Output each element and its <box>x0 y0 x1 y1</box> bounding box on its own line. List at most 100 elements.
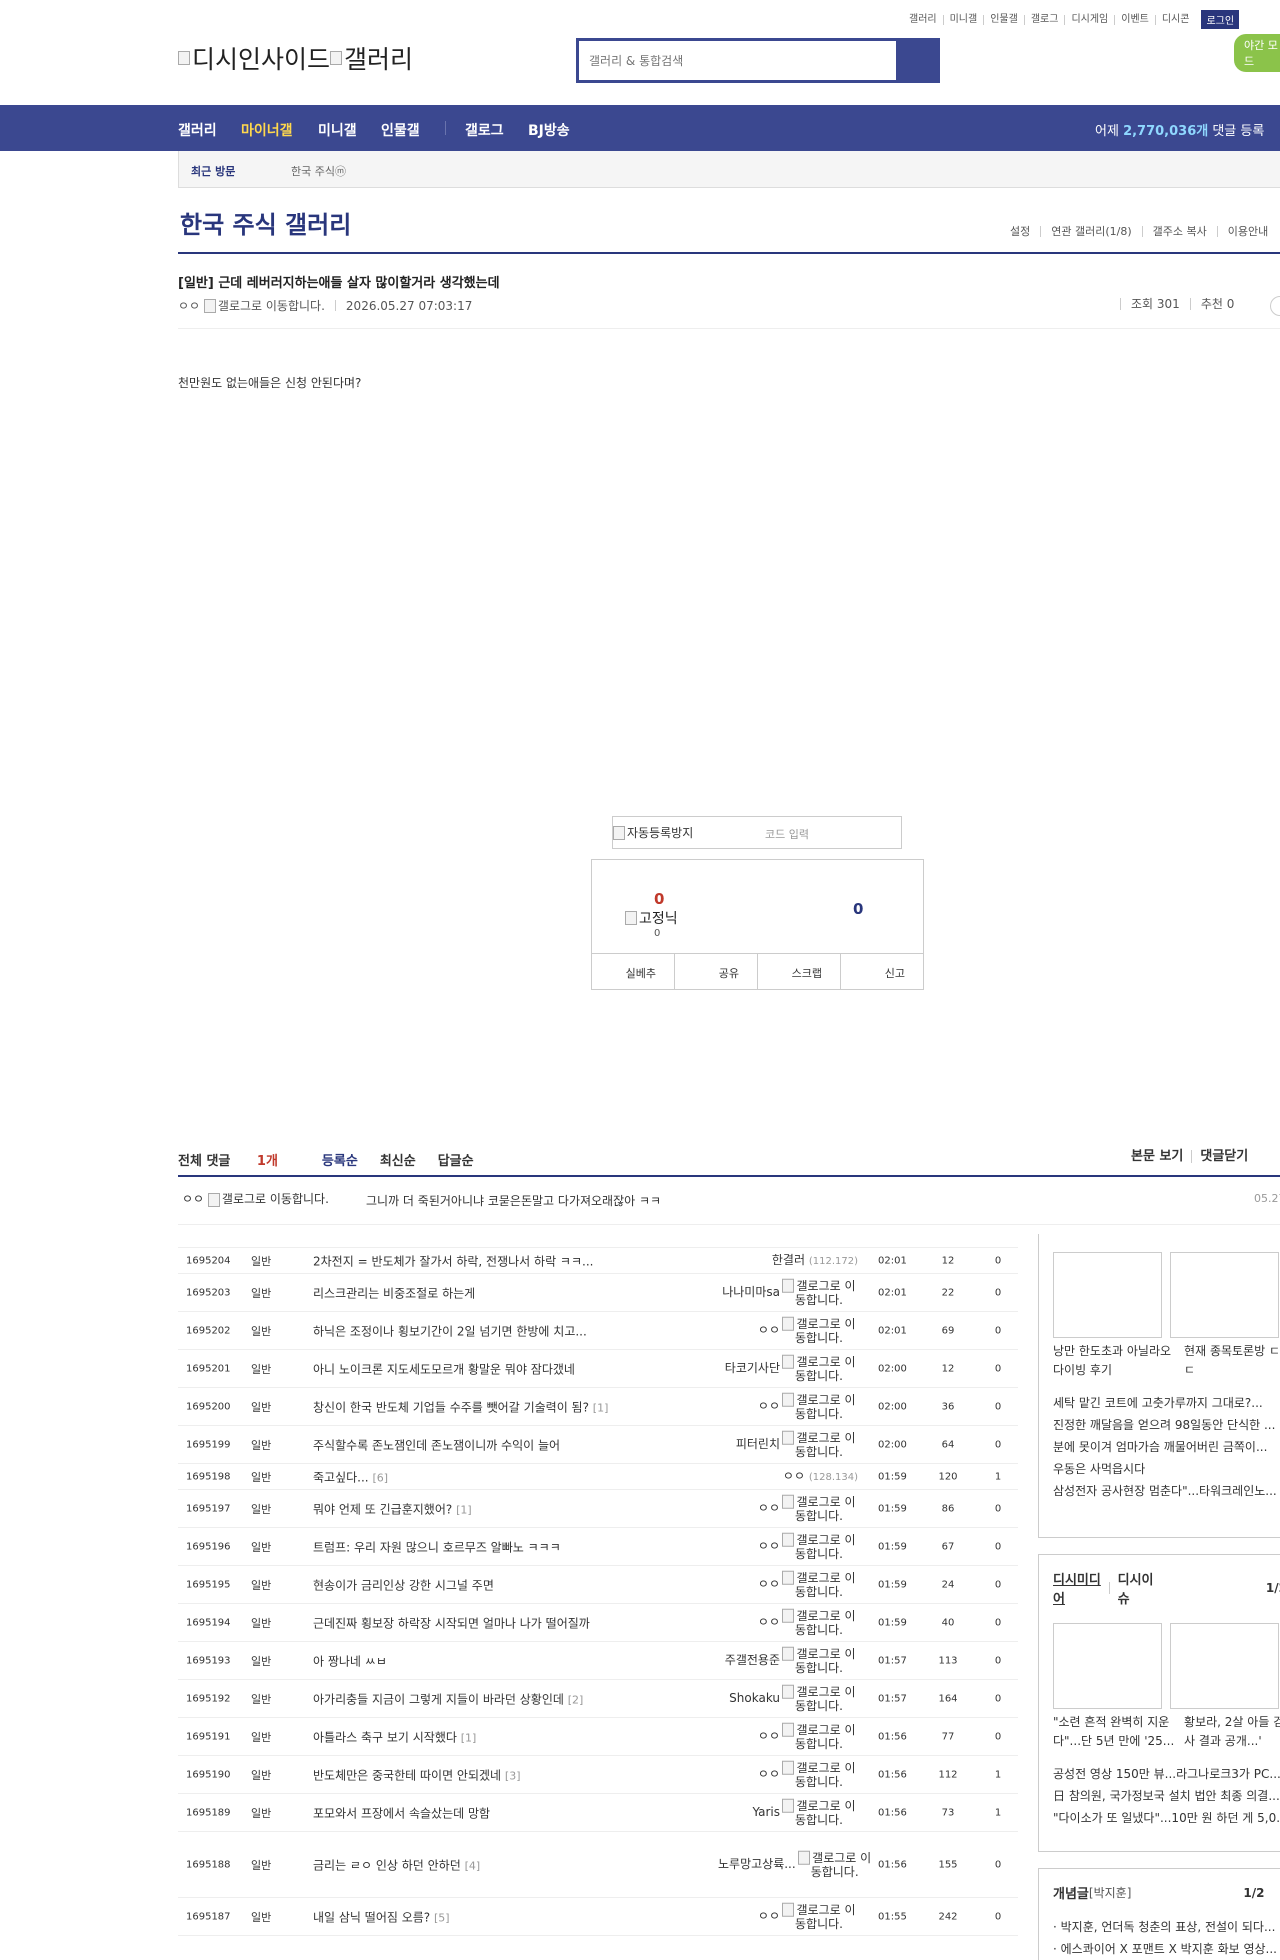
tab-dcmedia[interactable]: 디시미디어 <box>1053 1569 1101 1607</box>
share-button[interactable]: 공유 <box>674 954 757 989</box>
reply-count[interactable]: [1] <box>461 1731 477 1744</box>
login-button[interactable]: 로그인 <box>1201 10 1240 29</box>
list-row[interactable]: 1695190 일반 반도체만은 중국한테 따이면 안되겠네 [3] ㅇㅇ 갤로그로 이… <box>178 1756 1018 1794</box>
media-line[interactable]: 공성전 영상 150만 뷰...라그나로크3가 PC... <box>1053 1765 1280 1784</box>
nav-minor-gallery[interactable]: 마이너갤 <box>241 120 293 140</box>
site-logo[interactable]: 디시인사이드 갤러리 <box>178 40 413 76</box>
popular-line[interactable]: 우동은 사먹읍시다 <box>1053 1460 1280 1479</box>
reply-count[interactable]: [1] <box>456 1503 472 1516</box>
gallog-badge[interactable]: 갤로그로 이동합니다. <box>780 1798 858 1827</box>
gallery-settings[interactable]: 설정 <box>1000 226 1040 237</box>
comment-author[interactable]: ㅇㅇ 갤로그로 이동합니다. <box>182 1193 342 1207</box>
post-writer[interactable]: ㅇㅇ (128.134) <box>718 1469 858 1485</box>
reply-count[interactable]: [1] <box>593 1401 609 1414</box>
toplink-gallery[interactable]: 갤러리 <box>903 14 943 25</box>
post-writer[interactable]: 피터린치 갤로그로 이동합니다. <box>718 1430 858 1459</box>
gallog-badge[interactable]: 갤로그로 이동합니다. <box>780 1354 858 1383</box>
downvote-count[interactable]: 0 <box>853 900 863 918</box>
nav-person-gallery[interactable]: 인물갤 <box>381 120 420 140</box>
post-writer[interactable]: ㅇㅇ 갤로그로 이동합니다. <box>718 1608 858 1637</box>
list-row[interactable]: 1695187 일반 내일 삼닉 떨어짐 오름? [5] ㅇㅇ 갤로그로 이동합니다. 0… <box>178 1898 1018 1936</box>
gallog-badge[interactable]: 갤로그로 이동합니다. <box>780 1430 858 1459</box>
tab-dcissue[interactable]: 디시이슈 <box>1118 1569 1156 1607</box>
post-writer[interactable]: ㅇㅇ 갤로그로 이동합니다. <box>718 1316 858 1345</box>
view-body-button[interactable]: 본문 보기 <box>1123 1150 1191 1163</box>
post-writer[interactable]: 주갤전용준 갤로그로 이동합니다. <box>718 1646 858 1675</box>
gallog-badge[interactable]: 갤로그로 이동합니다. <box>780 1278 858 1307</box>
media-caption-1[interactable]: "소련 흔적 완벽히 지운다"...단 5년 만에 '25... <box>1053 1713 1184 1751</box>
sort-registered[interactable]: 등록순 <box>322 1150 358 1169</box>
post-writer[interactable]: Shokaku 갤로그로 이동합니다. <box>718 1684 858 1713</box>
post-writer[interactable]: ㅇㅇ 갤로그로 이동합니다. <box>718 1494 858 1523</box>
list-row[interactable]: 1695188 일반 금리는 ㄹㅇ 인상 하던 안하던 [4] 노루망고상륙... 갤로… <box>178 1832 1018 1898</box>
list-row[interactable]: 1695194 일반 근데진짜 횡보장 하락장 시작되면 얼마나 나가 떨어질까 ㅇㅇ… <box>178 1604 1018 1642</box>
gallery-title[interactable]: 한국 주식 갤러리 <box>180 205 351 240</box>
post-title-link[interactable]: 뭐야 언제 또 긴급훈지했어? [1] <box>313 1500 472 1517</box>
list-row[interactable]: 1695191 일반 아틀라스 축구 보기 시작했다 [1] ㅇㅇ 갤로그로 이동합니다… <box>178 1718 1018 1756</box>
post-title-link[interactable]: 아틀라스 축구 보기 시작했다 [1] <box>313 1728 476 1745</box>
real-best-button[interactable]: 실베추 <box>592 954 674 989</box>
concept-line[interactable]: · 에스콰이어 X 포맨트 X 박지훈 화보 영상... <box>1053 1940 1280 1959</box>
post-writer[interactable]: ㅇㅇ 갤로그로 이동합니다. <box>718 1902 858 1931</box>
post-title-link[interactable]: 금리는 ㄹㅇ 인상 하던 안하던 [4] <box>313 1856 480 1873</box>
post-title-link[interactable]: 내일 삼닉 떨어짐 오름? [5] <box>313 1908 450 1925</box>
toplink-dccon[interactable]: 디시콘 <box>1154 14 1196 25</box>
popular-line[interactable]: 분에 못이겨 엄마가슴 깨물어버린 금쪽이... <box>1053 1438 1280 1457</box>
toplink-minigall[interactable]: 미니갤 <box>942 14 984 25</box>
gallog-badge[interactable]: 갤로그로 이동합니다. <box>780 1316 858 1345</box>
post-writer[interactable]: 한결러 (112.172) <box>718 1253 858 1269</box>
post-title-link[interactable]: 현송이가 금리인상 강한 시그널 주면 <box>313 1576 494 1593</box>
list-row[interactable]: 1695202 일반 하닉은 조정이나 횡보기간이 2일 넘기면 한방에 치고...… <box>178 1312 1018 1350</box>
post-writer[interactable]: 타코기사단 갤로그로 이동합니다. <box>718 1354 858 1383</box>
gallog-badge[interactable]: 갤로그로 이동합니다. <box>780 1392 858 1421</box>
list-row[interactable]: 1695198 일반 죽고싶다... [6] ㅇㅇ (128.134) 01:59 120… <box>178 1464 1018 1490</box>
gallog-badge[interactable]: 갤로그로 이동합니다. <box>780 1684 858 1713</box>
reply-count[interactable]: [2] <box>568 1693 584 1706</box>
nav-gallog[interactable]: 갤로그 <box>465 120 504 140</box>
reply-count[interactable]: [4] <box>465 1859 481 1872</box>
post-title-link[interactable]: 아가리충들 지금이 그렇게 지들이 바라던 상황인데 [2] <box>313 1690 583 1707</box>
gallog-badge[interactable]: 갤로그로 이동합니다. <box>780 1902 858 1931</box>
list-row[interactable]: 1695195 일반 현송이가 금리인상 강한 시그널 주면 ㅇㅇ 갤로그로 이동합니다… <box>178 1566 1018 1604</box>
post-title-link[interactable]: 하닉은 조정이나 횡보기간이 2일 넘기면 한방에 치고... <box>313 1322 587 1339</box>
media-thumb-2[interactable] <box>1170 1623 1279 1709</box>
post-title-link[interactable]: 죽고싶다... [6] <box>313 1468 388 1485</box>
list-row[interactable]: 1695203 일반 리스크관리는 비중조절로 하는게 나나미마sa 갤로그로 이동합니… <box>178 1274 1018 1312</box>
post-title-link[interactable]: 창신이 한국 반도체 기업들 수주를 뺏어갈 기술력이 됨? [1] <box>313 1398 608 1415</box>
post-title-link[interactable]: 아니 노이크론 지도세도모르개 황말운 뭐야 잠다갰네 <box>313 1360 575 1377</box>
related-galleries[interactable]: 연관 갤러리(1/8) <box>1040 226 1141 237</box>
post-title-link[interactable]: 반도체만은 중국한테 따이면 안되겠네 [3] <box>313 1766 521 1783</box>
list-row[interactable]: 1695192 일반 아가리충들 지금이 그렇게 지들이 바라던 상황인데 [2] S… <box>178 1680 1018 1718</box>
usage-guide[interactable]: 이용안내 <box>1216 226 1278 237</box>
search-button[interactable] <box>896 41 937 80</box>
toplink-dcgame[interactable]: 디시게임 <box>1064 14 1114 25</box>
scrap-button[interactable]: 스크랩 <box>757 954 840 989</box>
post-title-link[interactable]: 주식할수록 존노잼인데 존노잼이니까 수익이 늘어 <box>313 1436 560 1453</box>
post-writer[interactable]: ㅇㅇ 갤로그로 이동합니다. <box>718 1722 858 1751</box>
post-author[interactable]: ㅇㅇ <box>178 297 200 314</box>
list-row[interactable]: 1695199 일반 주식할수록 존노잼인데 존노잼이니까 수익이 늘어 피터린치 갤로… <box>178 1426 1018 1464</box>
list-row[interactable]: 1695204 일반 2차전지 = 반도체가 잘가서 하락, 전쟁나서 하락 ㅋㅋ.… <box>178 1248 1018 1274</box>
popular-line[interactable]: 삼성전자 공사현장 멈춘다"...타워크레인노... <box>1053 1482 1280 1501</box>
popular-line[interactable]: 진정한 깨달음을 얻으려 98일동안 단식한 ... <box>1053 1416 1280 1435</box>
gallog-badge[interactable]: 갤로그로 이동합니다. <box>780 1646 858 1675</box>
post-title-link[interactable]: 2차전지 = 반도체가 잘가서 하락, 전쟁나서 하락 ㅋㅋ... <box>313 1252 593 1269</box>
gallog-badge[interactable]: 갤로그로 이동합니다. <box>780 1494 858 1523</box>
post-writer[interactable]: 나나미마sa 갤로그로 이동합니다. <box>718 1278 858 1307</box>
media-caption-2[interactable]: 황보라, 2살 아들 검사 결과 공개...' <box>1184 1713 1280 1751</box>
post-writer[interactable]: ㅇㅇ 갤로그로 이동합니다. <box>718 1392 858 1421</box>
media-line[interactable]: 日 참의원, 국가정보국 설치 법안 최종 의결... <box>1053 1787 1280 1806</box>
list-row[interactable]: 1695201 일반 아니 노이크론 지도세도모르개 황말운 뭐야 잠다갰네 타코기사… <box>178 1350 1018 1388</box>
gallog-badge[interactable]: 갤로그로 이동합니다. <box>780 1532 858 1561</box>
night-mode-button[interactable]: 야간 모드 <box>1234 34 1280 72</box>
reply-count[interactable]: [3] <box>505 1769 521 1782</box>
popular-thumb-1[interactable] <box>1053 1252 1162 1338</box>
popular-line[interactable]: 세탁 맡긴 코트에 고춧가루까지 그대로?... <box>1053 1394 1280 1413</box>
nav-mini-gallery[interactable]: 미니갤 <box>318 120 357 140</box>
nav-gallery[interactable]: 갤러리 <box>178 120 217 140</box>
gallog-badge[interactable]: 갤로그로 이동합니다. <box>780 1760 858 1789</box>
popular-caption-2[interactable]: 현재 종목토론방 ㄷㄷ <box>1184 1342 1280 1380</box>
list-row[interactable]: 1695197 일반 뭐야 언제 또 긴급훈지했어? [1] ㅇㅇ 갤로그로 이동합니다… <box>178 1490 1018 1528</box>
popular-caption-1[interactable]: 낭만 한도초과 아닐라오 다이빙 후기 <box>1053 1342 1184 1380</box>
post-writer[interactable]: 노루망고상륙... 갤로그로 이동합니다. <box>718 1850 871 1879</box>
